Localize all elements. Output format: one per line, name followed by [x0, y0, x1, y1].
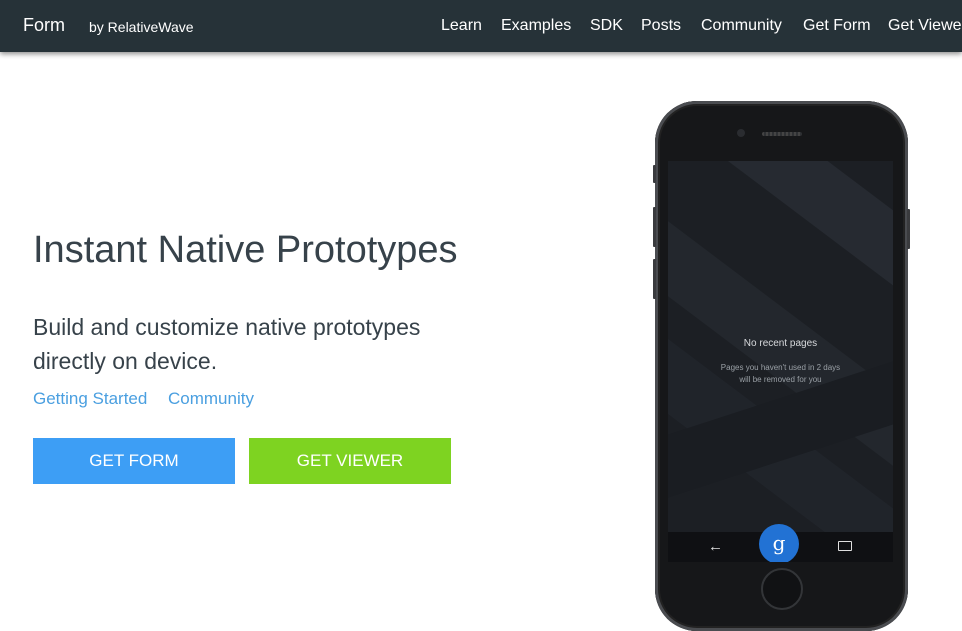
phone-volume-down	[653, 259, 656, 299]
getting-started-link[interactable]: Getting Started	[33, 389, 147, 409]
nav-posts[interactable]: Posts	[641, 17, 681, 35]
phone-home-button	[761, 568, 803, 610]
phone-mockup: No recent pages Pages you haven't used i…	[653, 101, 910, 631]
hero-title: Instant Native Prototypes	[33, 229, 458, 271]
nav-links: Learn Examples SDK Posts Community Get F…	[0, 0, 962, 52]
get-form-button[interactable]: GET FORM	[33, 438, 235, 484]
get-viewer-button[interactable]: GET VIEWER	[249, 438, 451, 484]
phone-speaker	[762, 132, 802, 136]
phone-camera	[737, 129, 745, 137]
nav-learn[interactable]: Learn	[441, 17, 482, 35]
recent-apps-icon[interactable]	[838, 541, 852, 551]
community-link[interactable]: Community	[168, 389, 254, 409]
no-recent-pages-title: No recent pages	[743, 338, 818, 349]
back-arrow-icon[interactable]: ←	[708, 538, 723, 555]
phone-volume-up	[653, 207, 656, 247]
phone-screen: No recent pages Pages you haven't used i…	[668, 161, 893, 562]
hint-line2: will be removed for you	[739, 375, 822, 384]
hint-line1: Pages you haven't used in 2 days	[720, 363, 841, 372]
top-navbar: Form by RelativeWave Learn Examples SDK …	[0, 0, 962, 52]
nav-get-form[interactable]: Get Form	[803, 17, 871, 35]
nav-get-viewer[interactable]: Get Viewer	[888, 17, 962, 35]
hero-subtitle: Build and customize native prototypes di…	[33, 310, 503, 378]
google-search-button[interactable]: g	[759, 524, 799, 562]
nav-sdk[interactable]: SDK	[590, 17, 623, 35]
no-recent-pages-hint: Pages you haven't used in 2 days will be…	[668, 362, 893, 386]
nav-examples[interactable]: Examples	[501, 17, 571, 35]
hero-subtitle-line2: directly on device.	[33, 348, 218, 374]
hero-subtitle-line1: Build and customize native prototypes	[33, 314, 421, 340]
phone-power-button	[907, 209, 910, 249]
nav-community[interactable]: Community	[701, 17, 782, 35]
phone-mute-switch	[653, 165, 656, 183]
